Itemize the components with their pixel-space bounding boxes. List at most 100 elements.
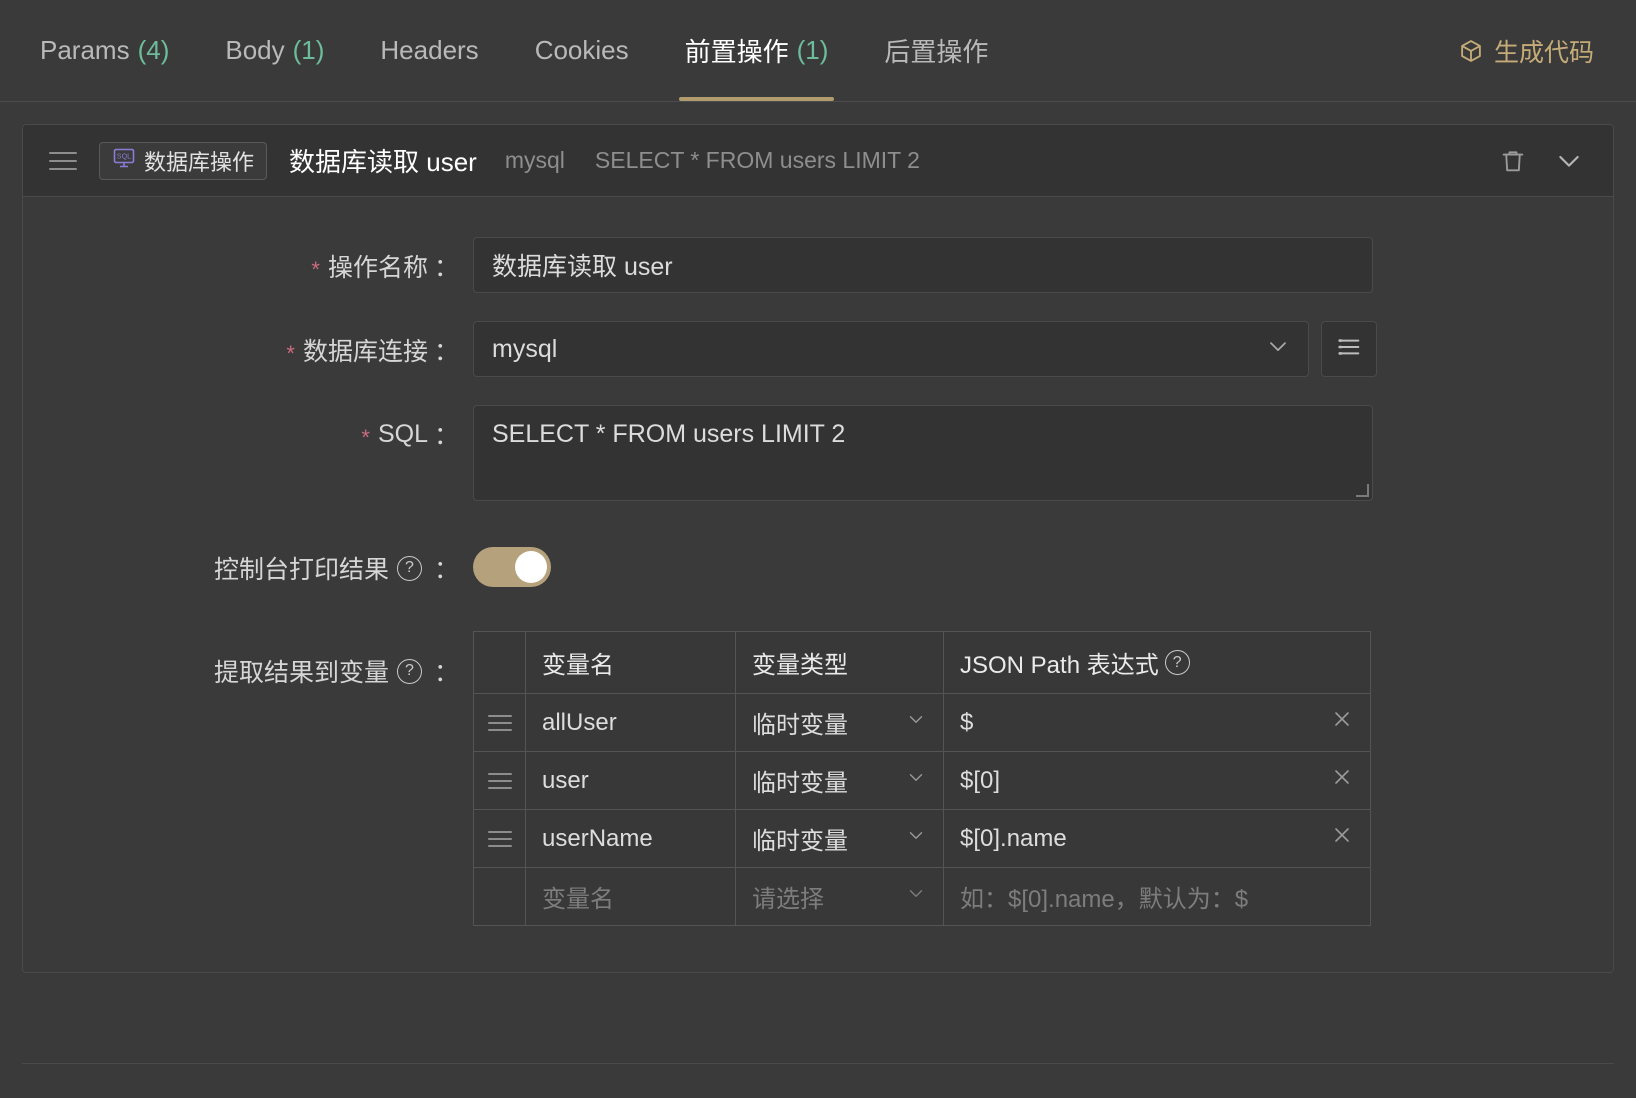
- trash-icon[interactable]: [1499, 147, 1527, 175]
- chevron-down-icon: [905, 708, 927, 737]
- table-row: user 临时变量: [474, 752, 1371, 810]
- json-path-input[interactable]: $: [960, 709, 973, 737]
- required-asterisk: *: [361, 427, 370, 449]
- bottom-divider: [22, 1063, 1614, 1064]
- variable-name-input[interactable]: user: [526, 752, 736, 810]
- tab-count: (1): [797, 35, 829, 66]
- column-header-variable-type: 变量类型: [736, 632, 944, 694]
- tab-label: 后置操作: [884, 32, 988, 69]
- column-header-json-path: JSON Path 表达式 ?: [944, 632, 1371, 694]
- console-print-label: 控制台打印结果 ? ：: [23, 539, 473, 586]
- sql-control: SELECT * FROM users LIMIT 2: [473, 405, 1613, 501]
- table-body: allUser 临时变量: [474, 694, 1371, 926]
- tab-pre-operation[interactable]: 前置操作 (1): [657, 0, 857, 101]
- new-variable-type-placeholder: 请选择: [752, 879, 824, 914]
- operation-name-input[interactable]: 数据库读取 user: [473, 237, 1373, 293]
- new-variable-name-input[interactable]: 变量名: [526, 868, 736, 926]
- variable-type-select[interactable]: 临时变量: [736, 694, 944, 752]
- sql-textarea[interactable]: SELECT * FROM users LIMIT 2: [473, 405, 1373, 501]
- close-icon[interactable]: [1330, 765, 1354, 796]
- question-circle-icon[interactable]: ?: [1165, 650, 1190, 675]
- json-path-cell[interactable]: $[0].name: [944, 810, 1371, 868]
- sql-textarea-value: SELECT * FROM users LIMIT 2: [492, 420, 845, 448]
- step-sql-summary: SELECT * FROM users LIMIT 2: [595, 147, 920, 174]
- column-header-handle: [474, 632, 526, 694]
- json-path-input[interactable]: $[0].name: [960, 825, 1067, 853]
- tab-params[interactable]: Params (4): [0, 0, 197, 101]
- tab-label: 前置操作: [685, 32, 789, 69]
- drag-handle-icon[interactable]: [49, 148, 77, 174]
- new-json-path-input[interactable]: 如：$[0].name，默认为：$: [944, 868, 1371, 926]
- label-text: 控制台打印结果: [214, 550, 389, 586]
- request-editor-panel: Params (4) Body (1) Headers Cookies 前置操作…: [0, 0, 1636, 1098]
- tab-body[interactable]: Body (1): [197, 0, 352, 101]
- drag-handle-icon[interactable]: [474, 773, 525, 789]
- step-type-label: 数据库操作: [144, 145, 254, 177]
- step-header-actions: [1499, 145, 1591, 177]
- label-colon: ：: [434, 416, 459, 452]
- console-print-toggle[interactable]: [473, 547, 551, 587]
- tab-headers[interactable]: Headers: [352, 0, 506, 101]
- tab-label: Headers: [380, 35, 478, 66]
- step-card-header[interactable]: SQL 数据库操作 数据库读取 user mysql SELECT * FROM…: [23, 125, 1613, 197]
- field-row-extract-variables: 提取结果到变量 ? ： 变量名 变量类型: [23, 631, 1613, 926]
- chevron-down-icon: [905, 882, 927, 911]
- field-row-db-connection: * 数据库连接 ： mysql: [23, 321, 1613, 377]
- svg-text:SQL: SQL: [117, 151, 131, 160]
- drag-handle-icon[interactable]: [474, 831, 525, 847]
- generate-code-button[interactable]: 生成代码: [1458, 33, 1618, 69]
- cube-icon: [1458, 38, 1484, 64]
- row-drag-cell-empty: [474, 868, 526, 926]
- label-text: 数据库连接: [303, 332, 428, 368]
- table-header-row: 变量名 变量类型 JSON Path 表达式 ?: [474, 632, 1371, 694]
- extract-variables-table: 变量名 变量类型 JSON Path 表达式 ?: [473, 631, 1371, 926]
- row-drag-cell[interactable]: [474, 810, 526, 868]
- close-icon[interactable]: [1330, 707, 1354, 738]
- question-circle-icon[interactable]: ?: [397, 556, 422, 581]
- tab-post-operation[interactable]: 后置操作: [856, 0, 1016, 101]
- label-colon: ：: [434, 332, 459, 368]
- row-drag-cell[interactable]: [474, 752, 526, 810]
- column-header-json-path-text: JSON Path 表达式: [960, 645, 1159, 680]
- variable-type-value: 临时变量: [752, 821, 848, 856]
- required-asterisk: *: [311, 259, 320, 281]
- row-drag-cell[interactable]: [474, 694, 526, 752]
- drag-handle-icon[interactable]: [474, 715, 525, 731]
- chevron-down-icon[interactable]: [1553, 145, 1585, 177]
- db-connection-value: mysql: [492, 335, 557, 364]
- tab-label: Cookies: [535, 35, 629, 66]
- variable-type-select[interactable]: 临时变量: [736, 752, 944, 810]
- label-text: 提取结果到变量: [214, 653, 389, 689]
- table-row: allUser 临时变量: [474, 694, 1371, 752]
- variable-name-input[interactable]: userName: [526, 810, 736, 868]
- table-row-new: 变量名 请选择 如：$[0].name，默认为：$: [474, 868, 1371, 926]
- json-path-cell[interactable]: $: [944, 694, 1371, 752]
- label-text: SQL: [378, 420, 428, 449]
- tab-count: (4): [138, 35, 170, 66]
- label-colon: ：: [434, 653, 459, 689]
- manage-connections-button[interactable]: [1321, 321, 1377, 377]
- variable-type-value: 临时变量: [752, 705, 848, 740]
- tab-cookies[interactable]: Cookies: [507, 0, 657, 101]
- json-path-input[interactable]: $[0]: [960, 767, 1000, 795]
- required-asterisk: *: [286, 343, 295, 365]
- db-connection-select[interactable]: mysql: [473, 321, 1309, 377]
- field-row-console-print: 控制台打印结果 ? ：: [23, 539, 1613, 587]
- resize-grip-icon[interactable]: [1357, 485, 1369, 497]
- table-head: 变量名 变量类型 JSON Path 表达式 ?: [474, 632, 1371, 694]
- json-path-cell[interactable]: $[0]: [944, 752, 1371, 810]
- variable-type-select[interactable]: 临时变量: [736, 810, 944, 868]
- question-circle-icon[interactable]: ?: [397, 659, 422, 684]
- tab-bar: Params (4) Body (1) Headers Cookies 前置操作…: [0, 0, 1636, 102]
- variable-name-input[interactable]: allUser: [526, 694, 736, 752]
- sql-label: * SQL ：: [23, 405, 473, 452]
- label-text: 操作名称: [328, 248, 428, 284]
- extract-variables-control: 变量名 变量类型 JSON Path 表达式 ?: [473, 631, 1613, 926]
- field-row-operation-name: * 操作名称 ： 数据库读取 user: [23, 237, 1613, 293]
- label-colon: ：: [434, 248, 459, 284]
- close-icon[interactable]: [1330, 823, 1354, 854]
- new-variable-type-select[interactable]: 请选择: [736, 868, 944, 926]
- sql-database-icon: SQL: [112, 146, 136, 176]
- step-type-badge: SQL 数据库操作: [99, 142, 267, 180]
- extract-variables-label: 提取结果到变量 ? ：: [23, 631, 473, 689]
